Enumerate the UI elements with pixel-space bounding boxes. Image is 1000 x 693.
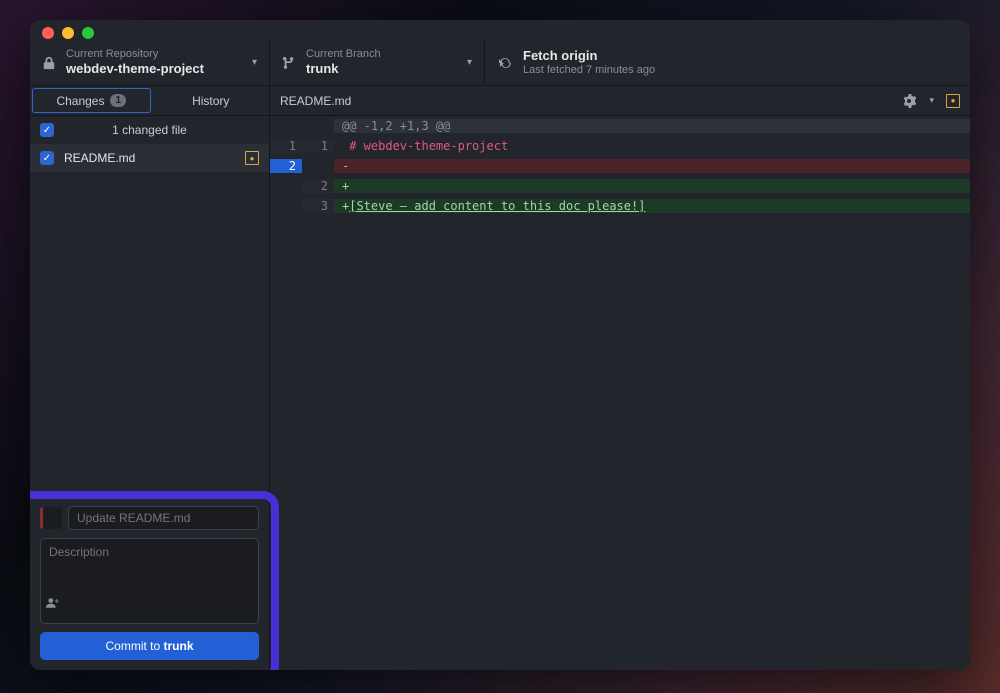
add-coauthor-icon[interactable] xyxy=(46,596,62,610)
lock-icon xyxy=(42,56,56,70)
tab-history[interactable]: History xyxy=(153,86,270,115)
app-window: Current Repository webdev-theme-project … xyxy=(30,20,970,670)
fetch-sub: Last fetched 7 minutes ago xyxy=(523,64,958,77)
tab-history-label: History xyxy=(192,94,229,108)
diff-line: # webdev-theme-project xyxy=(334,139,970,153)
diff-hunk-header: @@ -1,2 +1,3 @@ xyxy=(334,119,970,133)
diff-line: +[Steve – add content to this doc please… xyxy=(334,199,970,213)
tab-changes[interactable]: Changes 1 xyxy=(32,88,151,113)
chevron-down-icon: ▾ xyxy=(252,57,257,68)
diff-line: + xyxy=(334,179,970,193)
branch-label: Current Branch xyxy=(306,48,457,61)
commit-form: Commit to trunk xyxy=(30,496,269,670)
modified-icon: ● xyxy=(946,94,960,108)
branch-value: trunk xyxy=(306,61,457,77)
tab-changes-label: Changes xyxy=(56,94,104,108)
chevron-down-icon: ▾ xyxy=(467,57,472,68)
diff-pane: README.md ▾ ● @@ -1,2 +1,3 @@ 1 1 xyxy=(270,86,970,670)
repo-label: Current Repository xyxy=(66,48,242,61)
sidebar-tabs: Changes 1 History xyxy=(30,86,269,116)
modified-icon: ● xyxy=(245,151,259,165)
commit-button-prefix: Commit to xyxy=(105,639,163,653)
diff-settings-button[interactable] xyxy=(901,93,917,109)
titlebar xyxy=(30,20,970,36)
diff-line: - xyxy=(334,159,970,173)
fetch-origin-button[interactable]: Fetch origin Last fetched 7 minutes ago xyxy=(485,40,970,85)
commit-summary-input[interactable] xyxy=(68,506,259,530)
commit-button-branch: trunk xyxy=(164,639,194,653)
chevron-down-icon: ▾ xyxy=(929,95,934,106)
fetch-label: Fetch origin xyxy=(523,48,958,64)
changed-files-header: ✓ 1 changed file xyxy=(30,116,269,144)
diff-header: README.md ▾ ● xyxy=(270,86,970,116)
sidebar: Changes 1 History ✓ 1 changed file ✓ REA… xyxy=(30,86,270,670)
changed-files-summary: 1 changed file xyxy=(112,123,187,137)
git-branch-icon xyxy=(282,56,296,70)
current-branch-dropdown[interactable]: Current Branch trunk ▾ xyxy=(270,40,485,85)
repo-value: webdev-theme-project xyxy=(66,61,242,77)
sync-icon xyxy=(497,55,513,71)
commit-description-input[interactable] xyxy=(40,538,259,624)
file-checkbox[interactable]: ✓ xyxy=(40,151,54,165)
toolbar: Current Repository webdev-theme-project … xyxy=(30,36,970,86)
changes-count-badge: 1 xyxy=(110,94,126,107)
diff-filename: README.md xyxy=(280,94,351,108)
diff-body[interactable]: @@ -1,2 +1,3 @@ 1 1 # webdev-theme-proje… xyxy=(270,116,970,670)
author-avatar[interactable] xyxy=(40,507,62,529)
commit-button[interactable]: Commit to trunk xyxy=(40,632,259,660)
current-repository-dropdown[interactable]: Current Repository webdev-theme-project … xyxy=(30,40,270,85)
file-name: README.md xyxy=(64,151,135,165)
file-row[interactable]: ✓ README.md ● xyxy=(30,144,269,172)
select-all-checkbox[interactable]: ✓ xyxy=(40,123,54,137)
